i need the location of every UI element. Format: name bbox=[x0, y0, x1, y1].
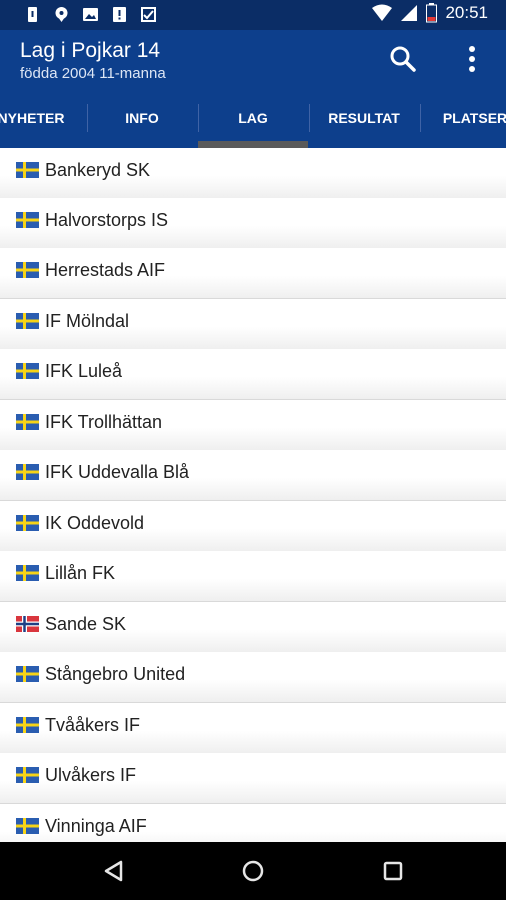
team-name: Vinninga AIF bbox=[45, 816, 147, 836]
norway-flag-icon bbox=[16, 616, 39, 632]
team-row[interactable]: Tvååkers IF bbox=[0, 703, 506, 754]
team-name: Tvååkers IF bbox=[45, 715, 141, 735]
battery-icon bbox=[426, 3, 438, 23]
recents-square-icon bbox=[383, 861, 403, 881]
sweden-flag-icon bbox=[16, 515, 39, 531]
team-row[interactable]: Stångebro United bbox=[0, 652, 506, 703]
status-bar: 20:51 bbox=[0, 0, 506, 30]
sweden-flag-icon bbox=[16, 464, 39, 480]
team-row[interactable]: IFK Trollhättan bbox=[0, 400, 506, 451]
team-name: Halvorstorps IS bbox=[45, 210, 169, 230]
team-row[interactable]: Vinninga AIF bbox=[0, 804, 506, 842]
notification-location-icon bbox=[53, 6, 70, 23]
page-title: Lag i Pojkar 14 bbox=[20, 39, 161, 62]
signal-icon bbox=[401, 5, 418, 21]
team-row[interactable]: IFK Uddevalla Blå bbox=[0, 450, 506, 501]
notification-check-icon bbox=[140, 6, 157, 23]
team-list[interactable]: Bankeryd SK Halvorstorps IS Herrestads A… bbox=[0, 148, 506, 842]
team-row[interactable]: IFK Luleå bbox=[0, 349, 506, 400]
team-name: Bankeryd SK bbox=[45, 160, 151, 180]
search-icon bbox=[390, 46, 416, 72]
sweden-flag-icon bbox=[16, 313, 39, 329]
notification-icons bbox=[24, 6, 157, 23]
team-name: IFK Luleå bbox=[45, 361, 123, 381]
team-name: IK Oddevold bbox=[45, 513, 145, 533]
team-row[interactable]: Sande SK bbox=[0, 602, 506, 653]
app-bar: Lag i Pojkar 14 födda 2004 11-manna bbox=[0, 30, 506, 88]
system-navigation-bar bbox=[0, 842, 506, 900]
team-name: Sande SK bbox=[45, 614, 127, 634]
back-triangle-icon bbox=[104, 860, 123, 882]
team-row[interactable]: IF Mölndal bbox=[0, 299, 506, 350]
sweden-flag-icon bbox=[16, 363, 39, 379]
team-row[interactable]: Herrestads AIF bbox=[0, 248, 506, 299]
sweden-flag-icon bbox=[16, 666, 39, 682]
tab-nyheter[interactable]: NYHETER bbox=[0, 88, 86, 148]
team-row[interactable]: Bankeryd SK bbox=[0, 148, 506, 199]
home-circle-icon bbox=[242, 860, 264, 882]
team-name: Herrestads AIF bbox=[45, 260, 166, 280]
notification-image-icon bbox=[82, 6, 99, 23]
tab-info[interactable]: INFO bbox=[87, 88, 197, 148]
sweden-flag-icon bbox=[16, 818, 39, 834]
team-name: Stångebro United bbox=[45, 664, 186, 684]
search-button[interactable] bbox=[387, 43, 419, 75]
more-vert-icon bbox=[469, 46, 475, 72]
team-name: Ulvåkers IF bbox=[45, 765, 137, 785]
team-name: Lillån FK bbox=[45, 563, 116, 583]
team-row[interactable]: Halvorstorps IS bbox=[0, 198, 506, 249]
sweden-flag-icon bbox=[16, 565, 39, 581]
team-row[interactable]: IK Oddevold bbox=[0, 501, 506, 552]
clock: 20:51 bbox=[445, 3, 488, 22]
sweden-flag-icon bbox=[16, 162, 39, 178]
sweden-flag-icon bbox=[16, 212, 39, 228]
team-row[interactable]: Ulvåkers IF bbox=[0, 753, 506, 804]
notification-alert-icon bbox=[111, 6, 128, 23]
page-subtitle: födda 2004 11-manna bbox=[20, 65, 166, 82]
tab-bar: NYHETER INFO LAG RESULTAT PLATSER bbox=[0, 88, 506, 148]
team-name: IFK Uddevalla Blå bbox=[45, 462, 190, 482]
team-row[interactable]: Lillån FK bbox=[0, 551, 506, 602]
back-button[interactable] bbox=[99, 856, 129, 886]
notification-phone-icon bbox=[24, 6, 41, 23]
selected-tab-indicator bbox=[198, 141, 308, 148]
sweden-flag-icon bbox=[16, 414, 39, 430]
recents-button[interactable] bbox=[378, 856, 408, 886]
system-icons: 20:51 bbox=[372, 3, 488, 23]
wifi-icon bbox=[372, 4, 393, 21]
home-button[interactable] bbox=[238, 856, 268, 886]
tab-platser[interactable]: PLATSER bbox=[420, 88, 506, 148]
sweden-flag-icon bbox=[16, 717, 39, 733]
team-name: IF Mölndal bbox=[45, 311, 130, 331]
tab-resultat[interactable]: RESULTAT bbox=[309, 88, 419, 148]
team-name: IFK Trollhättan bbox=[45, 412, 163, 432]
tab-lag[interactable]: LAG bbox=[198, 88, 308, 148]
sweden-flag-icon bbox=[16, 262, 39, 278]
overflow-menu-button[interactable] bbox=[460, 43, 484, 75]
sweden-flag-icon bbox=[16, 767, 39, 783]
